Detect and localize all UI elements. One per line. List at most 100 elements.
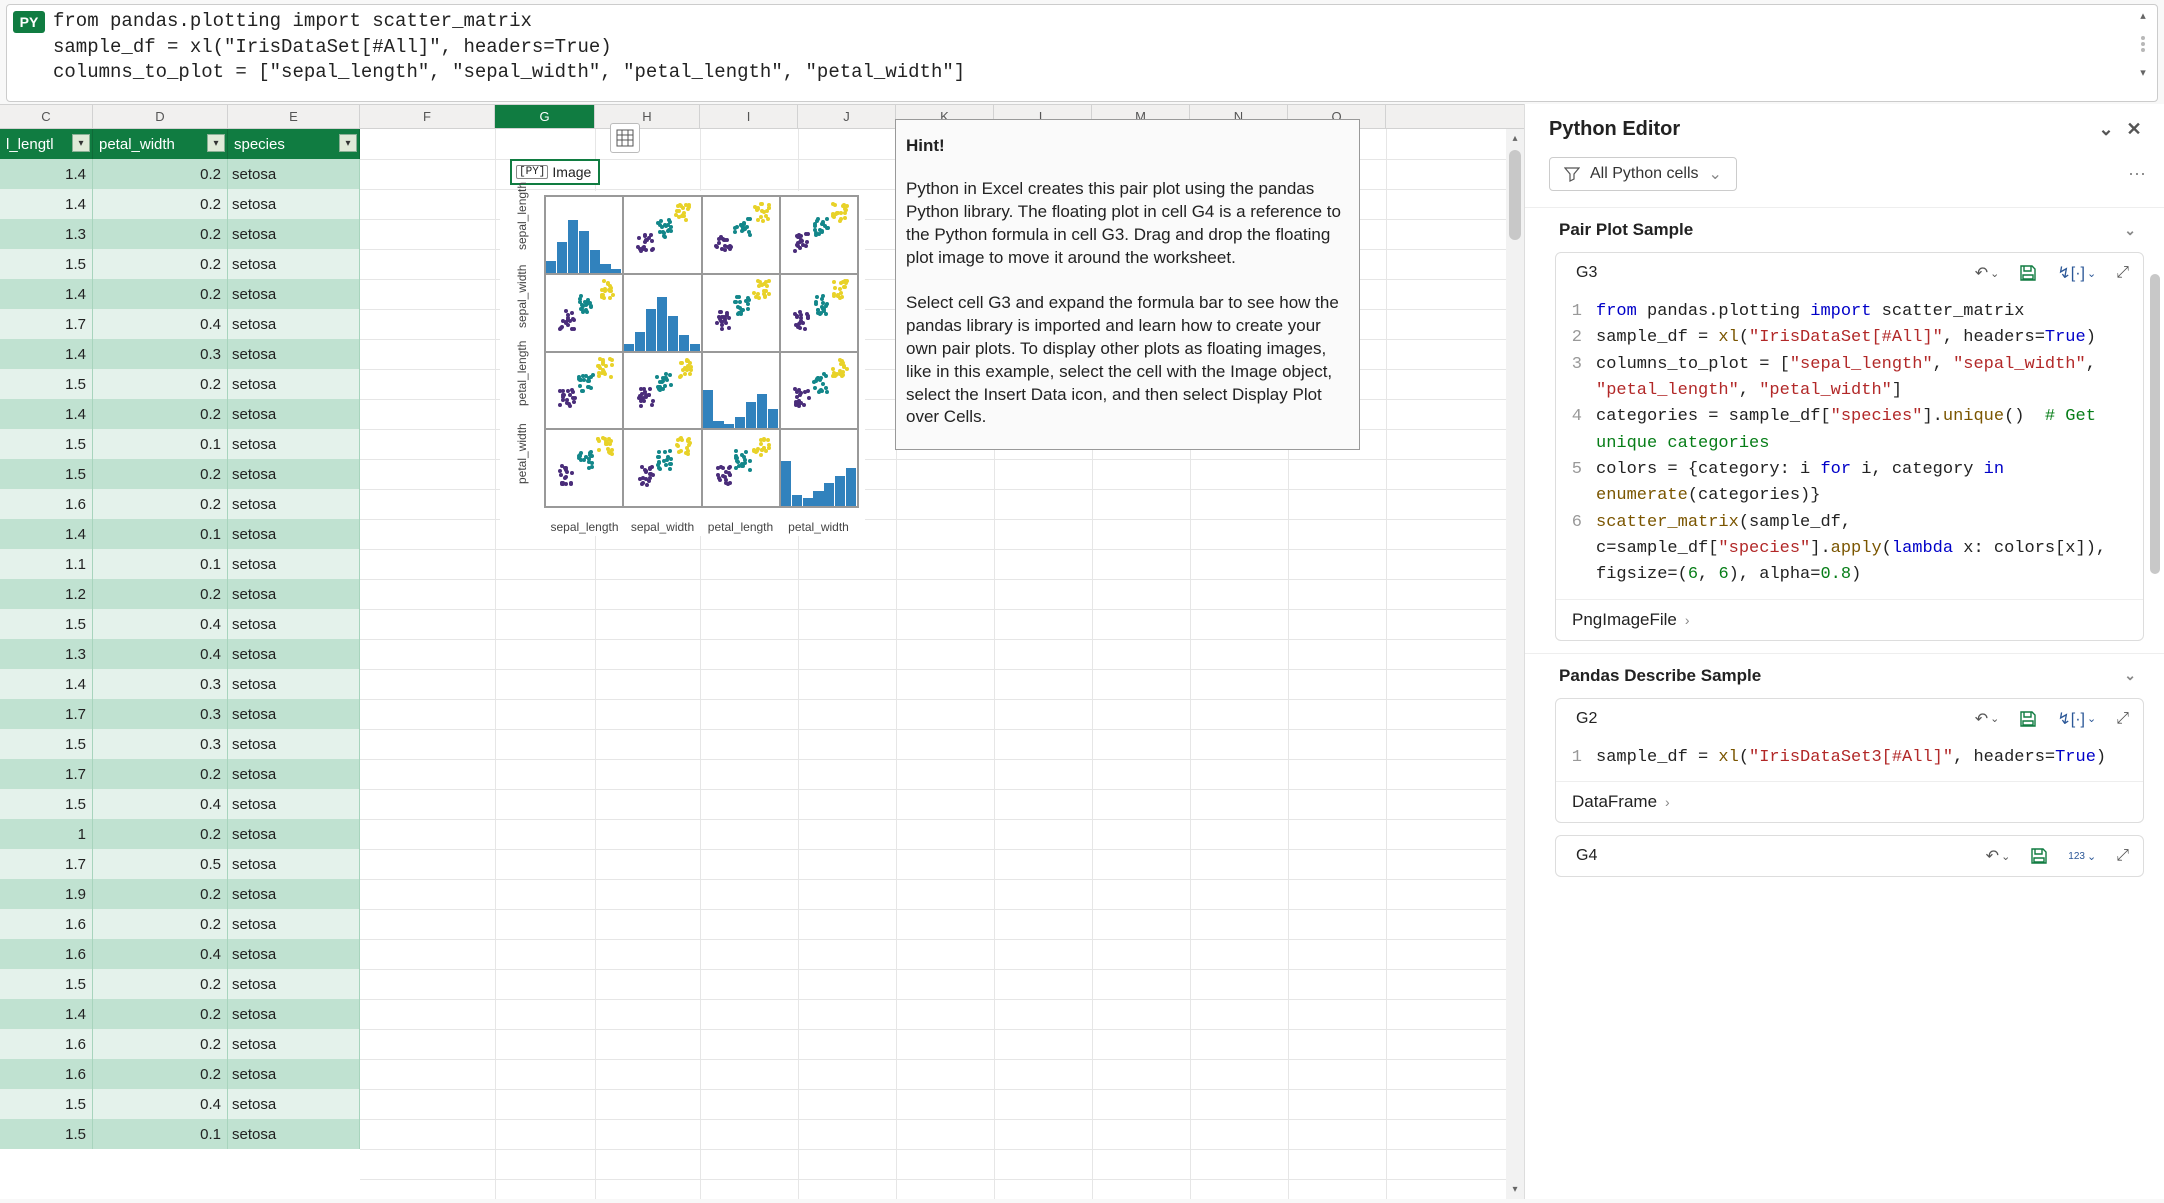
output-type-button[interactable]: ↯[·]⌄ [2057,709,2096,729]
table-row[interactable]: 1.50.2setosa [0,969,360,999]
table-cell[interactable]: 0.2 [93,759,228,789]
table-row[interactable]: 1.50.2setosa [0,249,360,279]
table-row[interactable]: 1.50.2setosa [0,459,360,489]
table-cell[interactable]: 1.7 [0,759,93,789]
table-cell[interactable]: 0.2 [93,249,228,279]
table-cell[interactable]: 0.3 [93,669,228,699]
table-row[interactable]: 1.40.2setosa [0,999,360,1029]
table-cell[interactable]: 1.5 [0,609,93,639]
save-button[interactable] [2030,847,2048,865]
table-cell[interactable]: 1.4 [0,669,93,699]
section-pair-plot[interactable]: Pair Plot Sample ⌄ [1525,207,2164,252]
table-cell[interactable]: setosa [228,819,360,849]
table-row[interactable]: 1.30.2setosa [0,219,360,249]
table-header-species[interactable]: species▾ [228,129,360,159]
table-cell[interactable]: 0.2 [93,489,228,519]
table-cell[interactable]: 0.1 [93,519,228,549]
table-cell[interactable]: 0.2 [93,969,228,999]
table-row[interactable]: 1.40.2setosa [0,279,360,309]
table-row[interactable]: 1.90.2setosa [0,879,360,909]
scroll-up-icon[interactable]: ▴ [1512,129,1517,148]
table-cell[interactable]: 0.2 [93,159,228,189]
table-cell[interactable]: setosa [228,429,360,459]
table-row[interactable]: 1.40.3setosa [0,669,360,699]
column-header-f[interactable]: F [360,105,495,128]
table-cell[interactable]: 1.6 [0,909,93,939]
card-output-type[interactable]: PngImageFile › [1556,599,2143,640]
table-cell[interactable]: 0.2 [93,399,228,429]
table-cell[interactable]: setosa [228,189,360,219]
table-cell[interactable]: 1.2 [0,579,93,609]
formula-scroll-up-icon[interactable]: ▴ [2140,9,2146,22]
expand-button[interactable]: ⤢ [2116,847,2129,865]
collapse-icon[interactable]: ⌄ [2092,119,2120,140]
table-row[interactable]: 1.50.2setosa [0,369,360,399]
table-cell[interactable]: 0.2 [93,1059,228,1089]
code-block[interactable]: 1sample_df = xl("IrisDataSet3[#All]", he… [1556,739,2143,781]
table-cell[interactable]: 1.4 [0,159,93,189]
save-button[interactable] [2019,710,2037,728]
undo-button[interactable]: ↶⌄ [1986,846,2011,866]
table-cell[interactable]: setosa [228,549,360,579]
table-cell[interactable]: setosa [228,279,360,309]
formula-scroll-down-icon[interactable]: ▾ [2140,66,2146,79]
table-cell[interactable]: 0.2 [93,819,228,849]
filter-dropdown-icon[interactable]: ▾ [72,134,90,152]
table-cell[interactable]: 0.2 [93,999,228,1029]
table-row[interactable]: 1.70.3setosa [0,699,360,729]
table-row[interactable]: 1.40.2setosa [0,159,360,189]
table-cell[interactable]: 0.3 [93,699,228,729]
table-cell[interactable]: setosa [228,759,360,789]
formula-drag-dots-icon[interactable] [2141,36,2145,52]
scatter-matrix-plot[interactable]: sepal_length sepal_width petal_length pe… [500,191,865,536]
table-row[interactable]: 1.60.2setosa [0,909,360,939]
table-cell[interactable]: 1.6 [0,1029,93,1059]
table-cell[interactable]: 1.5 [0,369,93,399]
scroll-thumb[interactable] [1509,150,1521,240]
table-cell[interactable]: setosa [228,519,360,549]
formula-bar[interactable]: PY from pandas.plotting import scatter_m… [6,4,2158,102]
table-cell[interactable]: setosa [228,969,360,999]
scroll-down-icon[interactable]: ▾ [1512,1180,1517,1199]
table-cell[interactable]: setosa [228,249,360,279]
table-cell[interactable]: 1.6 [0,489,93,519]
table-cell[interactable]: 0.2 [93,909,228,939]
table-cell[interactable]: 1.1 [0,549,93,579]
column-header-d[interactable]: D [93,105,228,128]
table-cell[interactable]: 0.2 [93,879,228,909]
table-cell[interactable]: setosa [228,1029,360,1059]
table-cell[interactable]: 1.4 [0,279,93,309]
table-cell[interactable]: 1.5 [0,789,93,819]
table-cell[interactable]: 1.3 [0,219,93,249]
close-icon[interactable]: ✕ [2120,119,2148,140]
table-cell[interactable]: setosa [228,609,360,639]
table-cell[interactable]: 0.4 [93,939,228,969]
table-cell[interactable]: 0.4 [93,639,228,669]
table-cell[interactable]: 1.4 [0,339,93,369]
table-cell[interactable]: setosa [228,849,360,879]
table-cell[interactable]: 0.2 [93,459,228,489]
table-row[interactable]: 1.60.4setosa [0,939,360,969]
table-cell[interactable]: 0.5 [93,849,228,879]
table-cell[interactable]: setosa [228,309,360,339]
table-row[interactable]: 1.50.4setosa [0,1089,360,1119]
table-cell[interactable]: setosa [228,879,360,909]
formula-content[interactable]: from pandas.plotting import scatter_matr… [53,5,965,86]
expand-button[interactable]: ⤢ [2116,264,2129,282]
table-cell[interactable]: 0.2 [93,279,228,309]
table-cell[interactable]: 1.4 [0,189,93,219]
table-cell[interactable]: 0.4 [93,609,228,639]
table-cell[interactable]: 1 [0,819,93,849]
table-cell[interactable]: setosa [228,939,360,969]
table-row[interactable]: 1.70.2setosa [0,759,360,789]
section-pandas-describe[interactable]: Pandas Describe Sample ⌄ [1525,653,2164,698]
table-cell[interactable]: 1.6 [0,939,93,969]
table-cell[interactable]: 1.7 [0,849,93,879]
table-row[interactable]: 1.50.1setosa [0,1119,360,1149]
table-cell[interactable]: setosa [228,909,360,939]
table-cell[interactable]: 1.5 [0,429,93,459]
column-header-e[interactable]: E [228,105,360,128]
column-header-i[interactable]: I [700,105,798,128]
table-row[interactable]: 1.40.3setosa [0,339,360,369]
table-cell[interactable]: 0.1 [93,429,228,459]
